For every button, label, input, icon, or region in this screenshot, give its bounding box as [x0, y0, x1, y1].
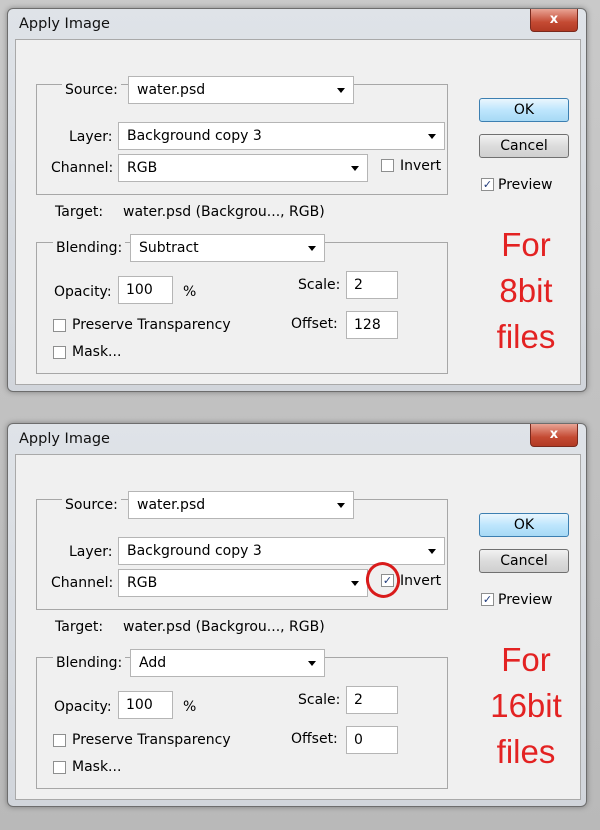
preview-checkbox[interactable]: ✓ [481, 593, 494, 606]
layer-value: Background copy 3 [127, 543, 262, 559]
ok-button[interactable]: OK [479, 98, 569, 122]
close-icon: x [549, 12, 559, 27]
blending-select[interactable]: Subtract [130, 234, 325, 262]
offset-value: 0 [354, 732, 363, 748]
chevron-down-icon [351, 581, 359, 586]
preserve-transparency-label: Preserve Transparency [72, 732, 231, 748]
annotation-16bit: For 16bit files [471, 637, 581, 775]
target-label: Target: [55, 619, 104, 635]
scale-label: Scale: [298, 692, 341, 708]
mask-checkbox[interactable] [53, 346, 66, 359]
chevron-down-icon [308, 246, 316, 251]
apply-image-dialog-16bit: Apply Image x Source: water.psd Layer: B… [7, 423, 587, 807]
scale-label: Scale: [298, 277, 341, 293]
channel-label: Channel: [51, 160, 114, 176]
source-value: water.psd [137, 82, 206, 98]
blending-label: Blending: [53, 240, 126, 256]
opacity-label: Opacity: [54, 284, 112, 300]
dialog-titlebar[interactable]: Apply Image x [8, 424, 586, 456]
chevron-down-icon [308, 661, 316, 666]
annotation-line: For [501, 641, 551, 678]
source-label: Source: [62, 497, 121, 513]
close-button[interactable]: x [530, 424, 578, 447]
dialog-body: Source: water.psd Layer: Background copy… [15, 39, 581, 385]
scale-input[interactable]: 2 [346, 271, 398, 299]
layer-label: Layer: [69, 544, 113, 560]
offset-input[interactable]: 128 [346, 311, 398, 339]
source-label: Source: [62, 82, 121, 98]
blending-value: Subtract [139, 240, 199, 256]
channel-label: Channel: [51, 575, 114, 591]
opacity-input[interactable]: 100 [118, 276, 173, 304]
layer-select[interactable]: Background copy 3 [118, 122, 445, 150]
offset-input[interactable]: 0 [346, 726, 398, 754]
offset-label: Offset: [291, 316, 338, 332]
preserve-transparency-label: Preserve Transparency [72, 317, 231, 333]
dialog-title: Apply Image [19, 431, 110, 447]
invert-checkbox[interactable] [381, 159, 394, 172]
opacity-value: 100 [126, 282, 153, 298]
preserve-transparency-checkbox[interactable] [53, 734, 66, 747]
source-value: water.psd [137, 497, 206, 513]
channel-value: RGB [127, 575, 158, 591]
mask-label: Mask... [72, 759, 122, 775]
chevron-down-icon [428, 549, 436, 554]
target-value: water.psd (Backgrou..., RGB) [123, 619, 325, 635]
dialog-titlebar[interactable]: Apply Image x [8, 9, 586, 41]
scale-value: 2 [354, 277, 363, 293]
invert-label: Invert [400, 573, 442, 589]
opacity-label: Opacity: [54, 699, 112, 715]
close-icon: x [549, 427, 559, 442]
opacity-unit: % [183, 699, 197, 715]
source-select[interactable]: water.psd [128, 491, 354, 519]
blending-label: Blending: [53, 655, 126, 671]
preview-label: Preview [498, 177, 553, 193]
annotation-8bit: For 8bit files [476, 222, 576, 360]
preview-checkbox[interactable]: ✓ [481, 178, 494, 191]
close-button[interactable]: x [530, 9, 578, 32]
scale-input[interactable]: 2 [346, 686, 398, 714]
annotation-line: 16bit [490, 687, 562, 724]
invert-label: Invert [400, 158, 442, 174]
annotation-line: files [496, 318, 556, 355]
layer-value: Background copy 3 [127, 128, 262, 144]
annotation-line: 8bit [499, 272, 553, 309]
target-value: water.psd (Backgrou..., RGB) [123, 204, 325, 220]
offset-label: Offset: [291, 731, 338, 747]
mask-label: Mask... [72, 344, 122, 360]
blending-select[interactable]: Add [130, 649, 325, 677]
mask-checkbox[interactable] [53, 761, 66, 774]
chevron-down-icon [337, 503, 345, 508]
opacity-value: 100 [126, 697, 153, 713]
cancel-button[interactable]: Cancel [479, 134, 569, 158]
channel-select[interactable]: RGB [118, 569, 368, 597]
chevron-down-icon [428, 134, 436, 139]
apply-image-dialog-8bit: Apply Image x Source: water.psd Layer: B… [7, 8, 587, 392]
layer-label: Layer: [69, 129, 113, 145]
dialog-body: Source: water.psd Layer: Background copy… [15, 454, 581, 800]
chevron-down-icon [351, 166, 359, 171]
chevron-down-icon [337, 88, 345, 93]
annotation-line: For [501, 226, 551, 263]
offset-value: 128 [354, 317, 381, 333]
ok-button[interactable]: OK [479, 513, 569, 537]
channel-value: RGB [127, 160, 158, 176]
opacity-input[interactable]: 100 [118, 691, 173, 719]
scale-value: 2 [354, 692, 363, 708]
layer-select[interactable]: Background copy 3 [118, 537, 445, 565]
preserve-transparency-checkbox[interactable] [53, 319, 66, 332]
preview-label: Preview [498, 592, 553, 608]
annotation-line: files [496, 733, 556, 770]
dialog-title: Apply Image [19, 16, 110, 32]
channel-select[interactable]: RGB [118, 154, 368, 182]
cancel-button[interactable]: Cancel [479, 549, 569, 573]
target-label: Target: [55, 204, 104, 220]
source-select[interactable]: water.psd [128, 76, 354, 104]
opacity-unit: % [183, 284, 197, 300]
blending-value: Add [139, 655, 167, 671]
